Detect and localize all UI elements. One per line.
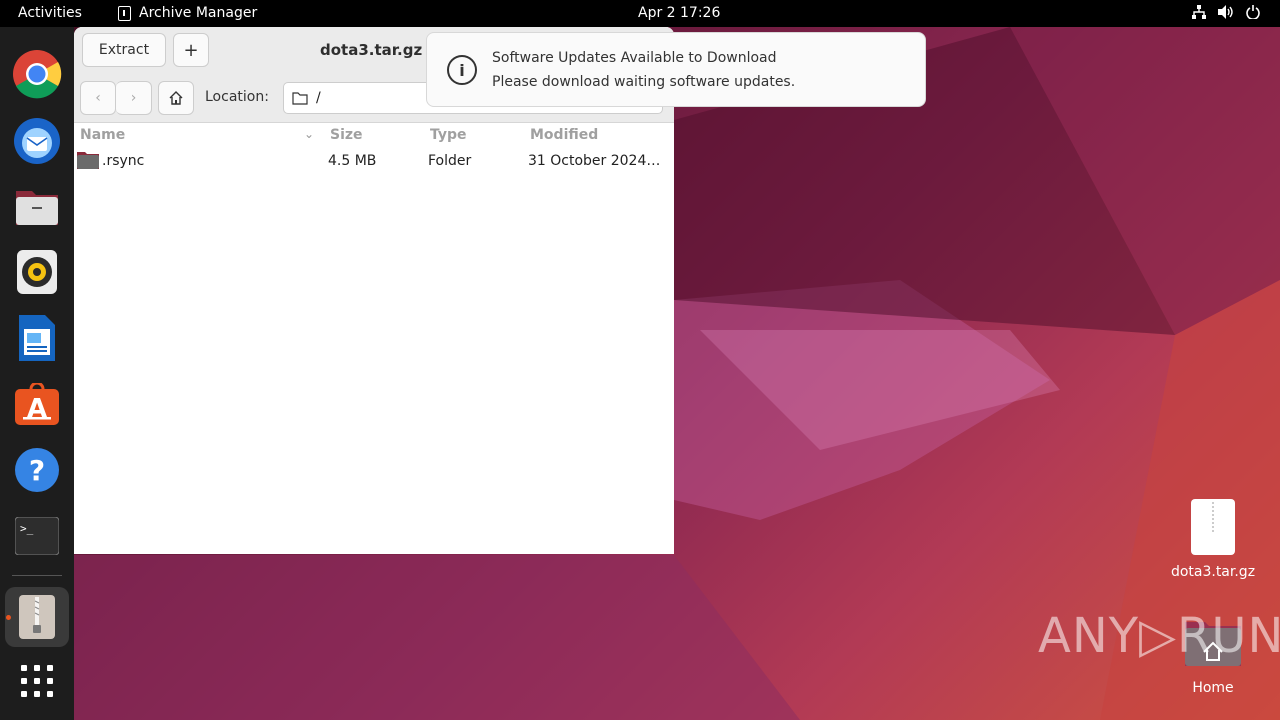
network-icon [1192, 5, 1206, 23]
row-name: .rsync [102, 153, 145, 169]
chrome-icon[interactable] [11, 48, 63, 100]
system-tray[interactable] [1192, 5, 1260, 23]
notification-body: Please download waiting software updates… [492, 74, 796, 90]
back-button[interactable]: ‹ [80, 81, 116, 115]
row-size: 4.5 MB [328, 153, 377, 169]
window-title: dota3.tar.gz [320, 41, 423, 59]
running-indicator [6, 615, 11, 620]
desktop-icon-archive[interactable]: dota3.tar.gz [1160, 498, 1266, 580]
folder-icon [77, 152, 99, 169]
power-icon [1246, 5, 1260, 23]
svg-text:>_: >_ [20, 522, 34, 535]
volume-icon [1218, 5, 1234, 23]
svg-text:?: ? [29, 454, 45, 487]
location-value: / [316, 90, 321, 106]
anyrun-watermark: ANY▷RUN [1038, 608, 1280, 664]
top-bar: Activities Archive Manager Apr 2 17:26 [0, 0, 1280, 27]
terminal-icon[interactable]: >_ [11, 510, 63, 562]
home-icon [169, 91, 183, 105]
activities-button[interactable]: Activities [18, 5, 82, 21]
table-row[interactable]: .rsync 4.5 MB Folder 31 October 2024… [74, 147, 674, 174]
chevron-left-icon: ‹ [95, 90, 101, 106]
rhythmbox-icon[interactable] [11, 246, 63, 298]
location-label: Location: [205, 89, 269, 105]
row-modified: 31 October 2024… [528, 153, 661, 169]
dock: A ? >_ [0, 27, 74, 720]
chevron-right-icon: › [130, 90, 137, 106]
desktop-icon-label: dota3.tar.gz [1170, 564, 1256, 580]
column-name[interactable]: Name [80, 127, 125, 143]
forward-button[interactable]: › [116, 81, 152, 115]
add-files-button[interactable]: + [173, 33, 209, 67]
folder-icon [292, 92, 308, 105]
clock[interactable]: Apr 2 17:26 [638, 5, 720, 21]
notification-banner[interactable]: i Software Updates Available to Download… [426, 32, 926, 107]
libreoffice-writer-icon[interactable] [11, 312, 63, 364]
files-icon[interactable] [11, 180, 63, 232]
dock-separator [12, 575, 62, 576]
archive-file-icon [1191, 499, 1235, 555]
app-menu-label: Archive Manager [139, 5, 258, 21]
sort-chevron-icon[interactable]: ⌄ [304, 127, 314, 141]
archive-manager-icon [118, 5, 131, 21]
column-size[interactable]: Size [330, 127, 363, 143]
show-apps-icon[interactable] [11, 655, 63, 707]
notification-title: Software Updates Available to Download [492, 50, 777, 66]
column-modified[interactable]: Modified [530, 127, 598, 143]
thunderbird-icon[interactable] [11, 114, 63, 166]
home-button[interactable] [158, 81, 194, 115]
app-center-icon[interactable]: A [11, 378, 63, 430]
app-menu[interactable]: Archive Manager [118, 5, 257, 21]
archive-manager-dock-icon[interactable] [5, 587, 69, 647]
row-type: Folder [428, 153, 472, 169]
extract-button[interactable]: Extract [82, 33, 166, 67]
help-icon[interactable]: ? [11, 444, 63, 496]
info-icon: i [447, 55, 477, 85]
column-type[interactable]: Type [430, 127, 467, 143]
desktop-icon-label: Home [1192, 680, 1234, 696]
